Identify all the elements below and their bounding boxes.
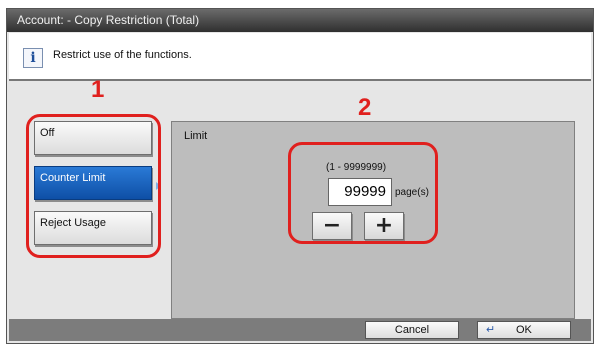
annotation-number-2: 2 [358, 94, 372, 121]
footer-bar: Cancel ↵ OK [9, 319, 591, 341]
message-bar: i Restrict use of the functions. [9, 33, 591, 81]
limit-panel-title: Limit [184, 130, 208, 142]
ok-button[interactable]: ↵ OK [477, 321, 571, 339]
info-icon: i [23, 48, 43, 68]
enter-icon: ↵ [486, 324, 496, 336]
cancel-button[interactable]: Cancel [365, 321, 459, 339]
annotation-highlight-limit [288, 142, 438, 244]
annotation-number-1: 1 [91, 76, 105, 103]
message-text: Restrict use of the functions. [53, 49, 192, 61]
window-title: Account: - Copy Restriction (Total) [7, 9, 593, 32]
annotation-highlight-options [26, 114, 161, 258]
ok-label: OK [516, 324, 532, 336]
